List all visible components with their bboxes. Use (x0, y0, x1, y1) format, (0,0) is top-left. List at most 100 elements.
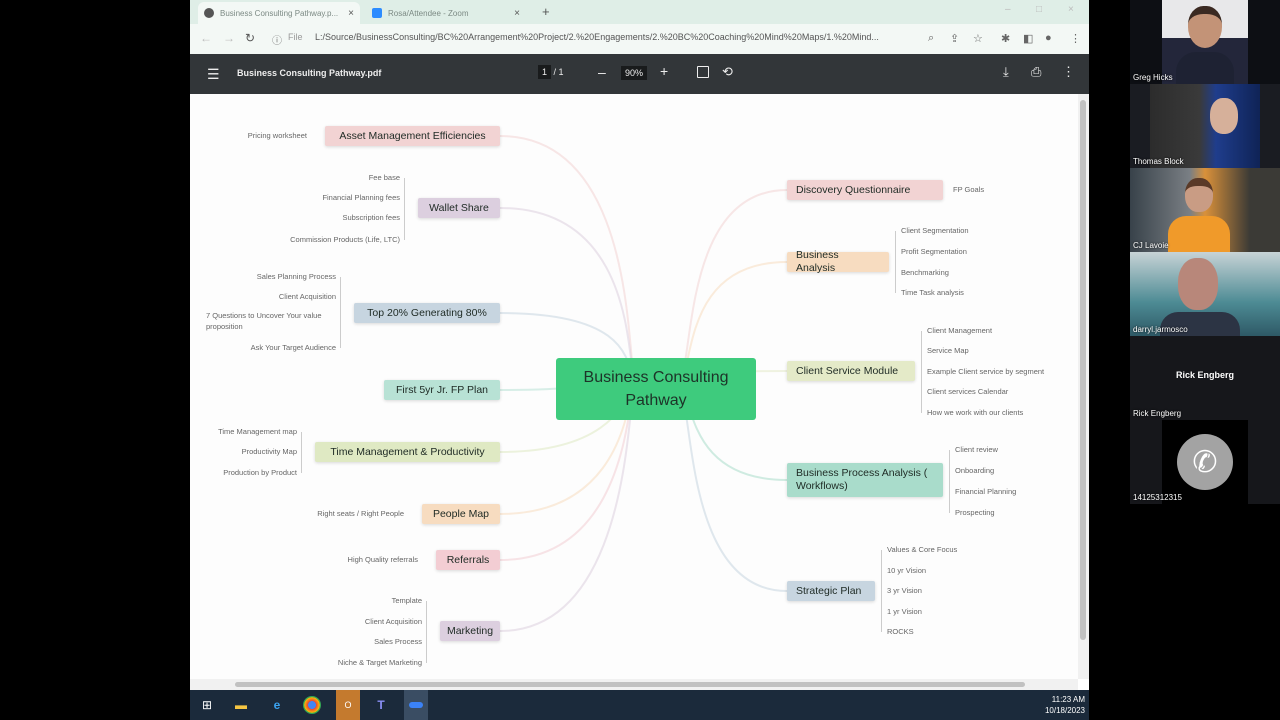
leaf-topic[interactable]: Time Management map (218, 427, 297, 436)
address-bar[interactable]: File L:/Source/BusinessConsulting/BC%20A… (288, 32, 938, 42)
participant-tile[interactable]: Thomas Block (1130, 84, 1280, 168)
more-options-icon[interactable]: ⋮ (1062, 64, 1075, 80)
extensions-icon[interactable]: ✱ (1001, 32, 1010, 45)
leaf-topic[interactable]: Example Client service by segment (927, 367, 1044, 376)
print-icon[interactable]: ⎙ (1031, 64, 1041, 80)
branch-node-left[interactable]: Time Management & Productivity (315, 442, 500, 462)
leaf-topic[interactable]: Client review (955, 445, 998, 454)
leaf-topic[interactable]: Values & Core Focus (887, 545, 957, 554)
leaf-topic[interactable]: Template (392, 596, 422, 605)
leaf-topic[interactable]: Production by Product (223, 468, 297, 477)
outlook-icon[interactable]: O (336, 690, 360, 720)
zoom-out-button[interactable]: – (598, 64, 606, 80)
leaf-topic[interactable]: Client Management (927, 326, 992, 335)
menu-dots-icon[interactable]: ⋮ (1070, 32, 1081, 45)
zoom-in-button[interactable]: + (660, 63, 668, 79)
windows-start-icon[interactable]: ⊞ (198, 696, 216, 714)
leaf-topic[interactable]: Service Map (927, 346, 969, 355)
branch-node-left[interactable]: Marketing (440, 621, 500, 641)
branch-node-left[interactable]: Top 20% Generating 80% (354, 303, 500, 323)
minimize-button[interactable]: – (1005, 4, 1011, 15)
connector-line (499, 387, 637, 632)
download-icon[interactable]: ⤓ (1003, 64, 1009, 80)
leaf-topic[interactable]: Client Acquisition (279, 292, 336, 301)
zoom-participants-panel: Greg Hicks Thomas Block CJ Lavoie darryl… (1130, 0, 1280, 720)
branch-node-right[interactable]: Strategic Plan (787, 581, 875, 601)
leaf-topic[interactable]: FP Goals (953, 185, 984, 194)
side-panel-icon[interactable]: ◧ (1023, 32, 1033, 45)
fit-page-icon[interactable] (697, 66, 709, 78)
leaf-topic[interactable]: Pricing worksheet (248, 131, 307, 140)
maximize-button[interactable]: □ (1036, 4, 1042, 15)
leaf-topic[interactable]: How we work with our clients (927, 408, 1023, 417)
leaf-topic[interactable]: Financial Planning (955, 487, 1016, 496)
rotate-icon[interactable]: ⟲ (722, 64, 733, 80)
hamburger-menu-icon[interactable]: ☰ (207, 66, 220, 83)
leaf-topic[interactable]: 10 yr Vision (887, 566, 926, 575)
forward-icon[interactable]: → (223, 31, 235, 45)
leaf-topic[interactable]: Profit Segmentation (901, 247, 967, 256)
new-tab-button[interactable]: + (542, 4, 550, 19)
leaf-topic[interactable]: 3 yr Vision (887, 586, 922, 595)
scroll-thumb[interactable] (1080, 100, 1086, 640)
participant-tile[interactable]: darryl.jarmosco (1130, 252, 1280, 336)
leaf-topic[interactable]: Client services Calendar (927, 387, 1008, 396)
branch-node-right[interactable]: Client Service Module (787, 361, 915, 381)
leaf-topic[interactable]: Sales Planning Process (257, 272, 336, 281)
leaf-topic[interactable]: 1 yr Vision (887, 607, 922, 616)
chrome-icon[interactable] (303, 696, 321, 714)
close-window-button[interactable]: × (1068, 4, 1074, 15)
file-explorer-icon[interactable]: ▬ (232, 696, 250, 714)
reload-icon[interactable]: ↻ (245, 31, 255, 45)
leaf-topic[interactable]: Ask Your Target Audience (251, 343, 336, 352)
leaf-topic[interactable]: Client Acquisition (365, 617, 422, 626)
branch-node-left[interactable]: Referrals (436, 550, 500, 570)
leaf-topic[interactable]: Commission Products (Life, LTC) (290, 235, 400, 244)
leaf-topic[interactable]: ROCKS (887, 627, 914, 636)
page-number-input[interactable]: 1 (538, 65, 552, 79)
leaf-topic[interactable]: Right seats / Right People (317, 509, 404, 518)
tab-zoom[interactable]: Rosa/Attendee - Zoom × (366, 2, 526, 24)
zoom-level-input[interactable]: 90% (621, 66, 648, 80)
branch-node-left[interactable]: People Map (422, 504, 500, 524)
teams-icon[interactable]: T (372, 696, 390, 714)
leaf-topic[interactable]: Financial Planning fees (322, 193, 400, 202)
horizontal-scrollbar[interactable] (190, 679, 1078, 690)
internet-explorer-icon[interactable]: e (268, 696, 286, 714)
branch-node-right[interactable]: Discovery Questionnaire (787, 180, 943, 200)
close-tab-icon[interactable]: × (348, 8, 354, 19)
leaf-topic[interactable]: Benchmarking (901, 268, 949, 277)
leaf-topic[interactable]: Productivity Map (242, 447, 297, 456)
participant-tile[interactable]: Greg Hicks (1130, 0, 1280, 84)
leaf-topic[interactable]: Sales Process (374, 637, 422, 646)
leaf-topic[interactable]: Prospecting (955, 508, 995, 517)
leaf-topic[interactable]: Subscription fees (342, 213, 400, 222)
zoom-taskbar-icon[interactable] (404, 690, 428, 720)
leaf-topic[interactable]: Time Task analysis (901, 288, 964, 297)
scroll-thumb[interactable] (235, 682, 1025, 687)
system-clock[interactable]: 11:23 AM 10/18/2023 (1045, 694, 1085, 716)
search-icon[interactable]: ⌕ (928, 32, 934, 45)
leaf-topic[interactable]: 7 Questions to Uncover Your value propos… (206, 310, 336, 332)
profile-icon[interactable]: ● (1045, 32, 1052, 44)
branch-node-right[interactable]: Business Analysis (787, 249, 889, 274)
star-icon[interactable]: ☆ (973, 32, 983, 45)
leaf-topic[interactable]: Niche & Target Marketing (338, 658, 422, 667)
tab-pdf[interactable]: Business Consulting Pathway.p... × (198, 2, 360, 24)
back-icon[interactable]: ← (200, 31, 212, 45)
branch-node-left[interactable]: Asset Management Efficiencies (325, 126, 500, 146)
branch-node-left[interactable]: First 5yr Jr. FP Plan (384, 380, 500, 400)
leaf-topic[interactable]: High Quality referrals (348, 555, 418, 564)
branch-node-right[interactable]: Business Process Analysis ( Workflows) (787, 463, 943, 497)
branch-node-left[interactable]: Wallet Share (418, 198, 500, 218)
participant-tile-phone[interactable]: ✆ 14125312315 (1130, 420, 1280, 504)
leaf-topic[interactable]: Client Segmentation (901, 226, 969, 235)
participant-tile[interactable]: CJ Lavoie (1130, 168, 1280, 252)
close-tab-icon[interactable]: × (514, 8, 520, 19)
info-icon[interactable]: ⓘ (272, 32, 282, 47)
leaf-topic[interactable]: Fee base (369, 173, 400, 182)
leaf-topic[interactable]: Onboarding (955, 466, 994, 475)
participant-tile-audio[interactable]: Rick Engberg Rick Engberg (1130, 336, 1280, 420)
vertical-scrollbar[interactable] (1078, 94, 1089, 679)
share-icon[interactable]: ⇪ (950, 32, 959, 45)
